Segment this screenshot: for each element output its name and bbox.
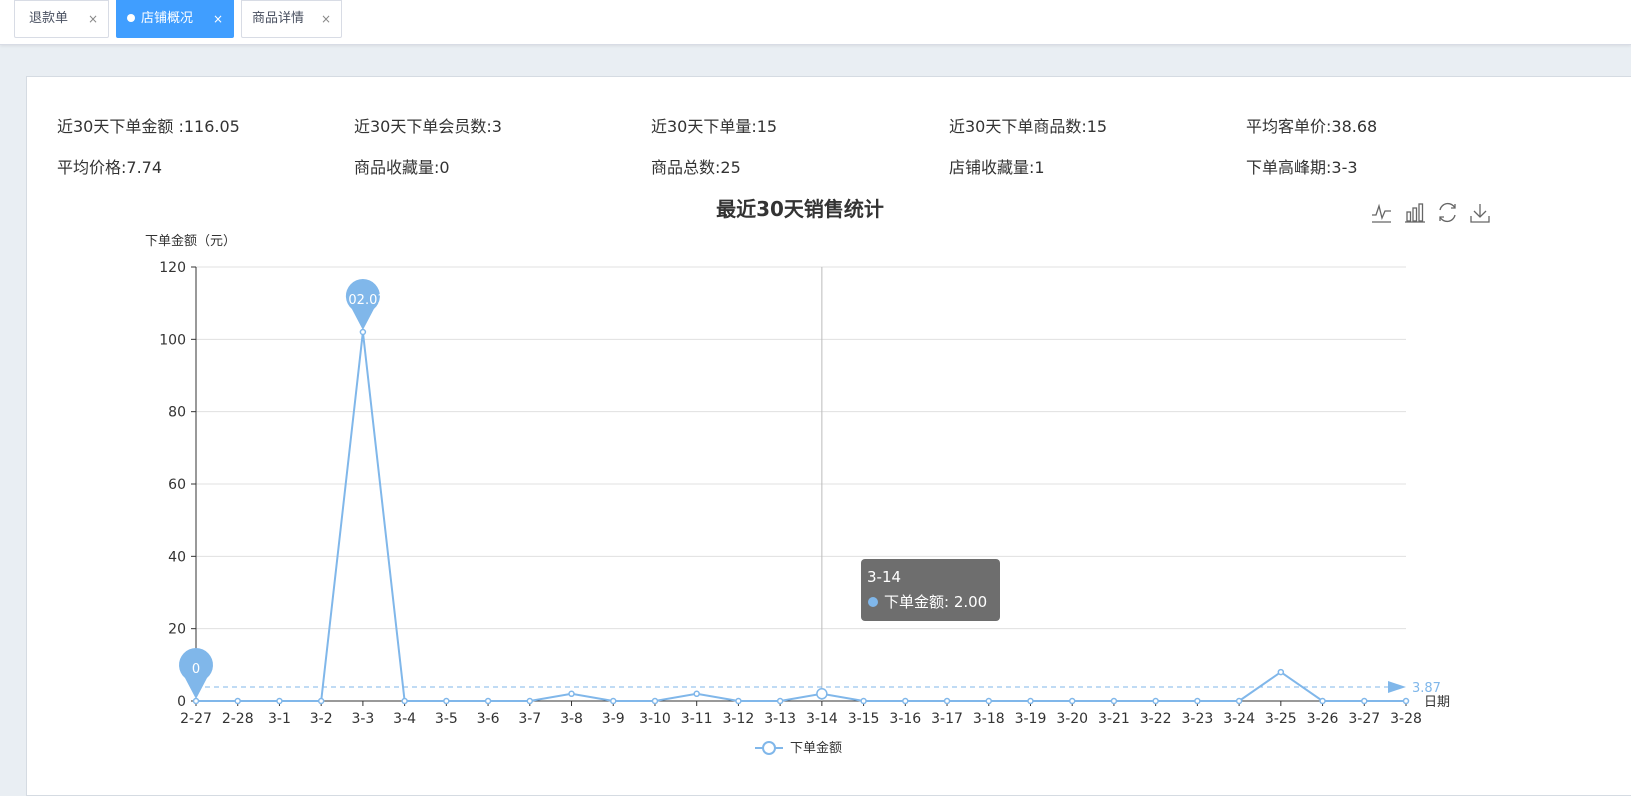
- data-point[interactable]: [1027, 697, 1034, 705]
- x-tick-label: 3-11: [681, 711, 713, 727]
- data-point[interactable]: [693, 690, 700, 698]
- x-tick-label: 3-8: [560, 711, 583, 727]
- data-point[interactable]: [816, 688, 828, 700]
- mark-point-label: 102.03: [340, 293, 386, 308]
- x-tick-label: 3-22: [1140, 711, 1172, 727]
- data-point[interactable]: [1068, 697, 1076, 705]
- bar-chart-icon[interactable]: [1405, 203, 1425, 223]
- x-tick-label: 3-25: [1265, 711, 1297, 727]
- data-point[interactable]: [1319, 697, 1326, 705]
- x-tick-label: 3-9: [602, 711, 625, 727]
- y-axis-title: 下单金额（元）: [145, 233, 236, 249]
- x-tick-label: 3-17: [931, 711, 963, 727]
- x-tick-label: 3-26: [1307, 711, 1339, 727]
- tooltip-title: 3-14: [867, 568, 901, 586]
- x-tick-label: 3-3: [351, 711, 374, 727]
- data-point[interactable]: [776, 697, 784, 705]
- x-tick-label: 3-4: [393, 711, 416, 727]
- legend[interactable]: 下单金额: [755, 740, 842, 756]
- download-icon[interactable]: [1470, 204, 1490, 223]
- data-point[interactable]: [1361, 697, 1368, 705]
- data-point[interactable]: [860, 697, 867, 705]
- x-tick-label: 3-1: [268, 711, 291, 727]
- data-point[interactable]: [943, 697, 951, 705]
- plot-area: 0 20 40 60 80 100 120 2-27 2-28 3-1 3-2 3-3 3-4 3-5 3-…: [159, 260, 1441, 727]
- x-tick-label: 2-27: [180, 711, 212, 727]
- data-point[interactable]: [1235, 697, 1243, 705]
- x-tick-label: 3-14: [806, 711, 838, 727]
- series-line: [196, 331, 1406, 702]
- x-tick-label: 3-15: [848, 711, 880, 727]
- data-point[interactable]: [276, 697, 283, 705]
- line-chart-icon[interactable]: [1372, 203, 1391, 223]
- x-tick-label: 3-24: [1223, 711, 1255, 727]
- x-tick-label: 3-6: [477, 711, 500, 727]
- data-point[interactable]: [568, 690, 575, 698]
- legend-symbol: [762, 741, 776, 755]
- x-tick-label: 3-16: [889, 711, 921, 727]
- x-tick-label: 3-27: [1348, 711, 1380, 727]
- y-tick-label: 80: [168, 405, 186, 421]
- x-tick-label: 3-18: [973, 711, 1005, 727]
- x-tick-label: 3-23: [1181, 711, 1213, 727]
- data-point[interactable]: [1194, 697, 1201, 705]
- y-tick-label: 0: [177, 694, 186, 710]
- data-point[interactable]: [526, 697, 534, 705]
- tooltip-value: 下单金额: 2.00: [884, 593, 987, 611]
- x-tick-label: 3-12: [723, 711, 755, 727]
- data-point[interactable]: [651, 697, 659, 705]
- y-tick-label: 100: [159, 332, 186, 348]
- data-point[interactable]: [234, 697, 241, 705]
- data-point[interactable]: [609, 697, 617, 705]
- mark-line-arrow: [1388, 681, 1406, 694]
- tooltip-series-marker: [868, 597, 878, 607]
- y-tick-label: 120: [159, 260, 186, 276]
- tooltip: 3-14 下单金额: 2.00: [861, 559, 1000, 621]
- x-tick-label: 3-5: [435, 711, 458, 727]
- data-point[interactable]: [902, 697, 909, 705]
- x-tick-label: 3-19: [1015, 711, 1047, 727]
- x-tick-label: 3-2: [310, 711, 333, 727]
- y-tick-label: 20: [168, 622, 186, 638]
- x-tick-label: 3-20: [1056, 711, 1088, 727]
- x-tick-label: 2-28: [222, 711, 254, 727]
- data-point[interactable]: [1110, 697, 1118, 705]
- x-tick-label: 3-7: [518, 711, 541, 727]
- restore-icon[interactable]: [1439, 202, 1456, 223]
- average-mark-line-label: 3.87: [1412, 681, 1441, 696]
- x-tick-label: 3-28: [1390, 711, 1422, 727]
- data-point[interactable]: [735, 697, 742, 705]
- data-point[interactable]: [443, 697, 450, 705]
- data-point[interactable]: [1402, 697, 1410, 705]
- data-point[interactable]: [401, 697, 408, 705]
- x-axis-title: 日期: [1424, 695, 1450, 710]
- data-point[interactable]: [317, 697, 325, 705]
- mark-point-label: 0: [192, 662, 200, 677]
- chart-title: 最近30天销售统计: [716, 197, 884, 221]
- x-tick-label: 3-13: [764, 711, 796, 727]
- sales-chart[interactable]: 最近30天销售统计 下单金额（元） 0 20 40 60 80 100 120 2-27 2-2…: [0, 0, 1631, 784]
- x-tick-label: 3-21: [1098, 711, 1130, 727]
- x-tick-label: 3-10: [639, 711, 671, 727]
- data-point[interactable]: [985, 697, 993, 705]
- data-point[interactable]: [1277, 668, 1285, 676]
- data-point[interactable]: [192, 697, 200, 705]
- y-tick-label: 40: [168, 549, 186, 565]
- data-point[interactable]: [484, 697, 492, 705]
- data-point[interactable]: [359, 328, 367, 336]
- legend-label: 下单金额: [790, 740, 842, 756]
- y-tick-label: 60: [168, 477, 186, 493]
- data-point[interactable]: [1152, 697, 1159, 705]
